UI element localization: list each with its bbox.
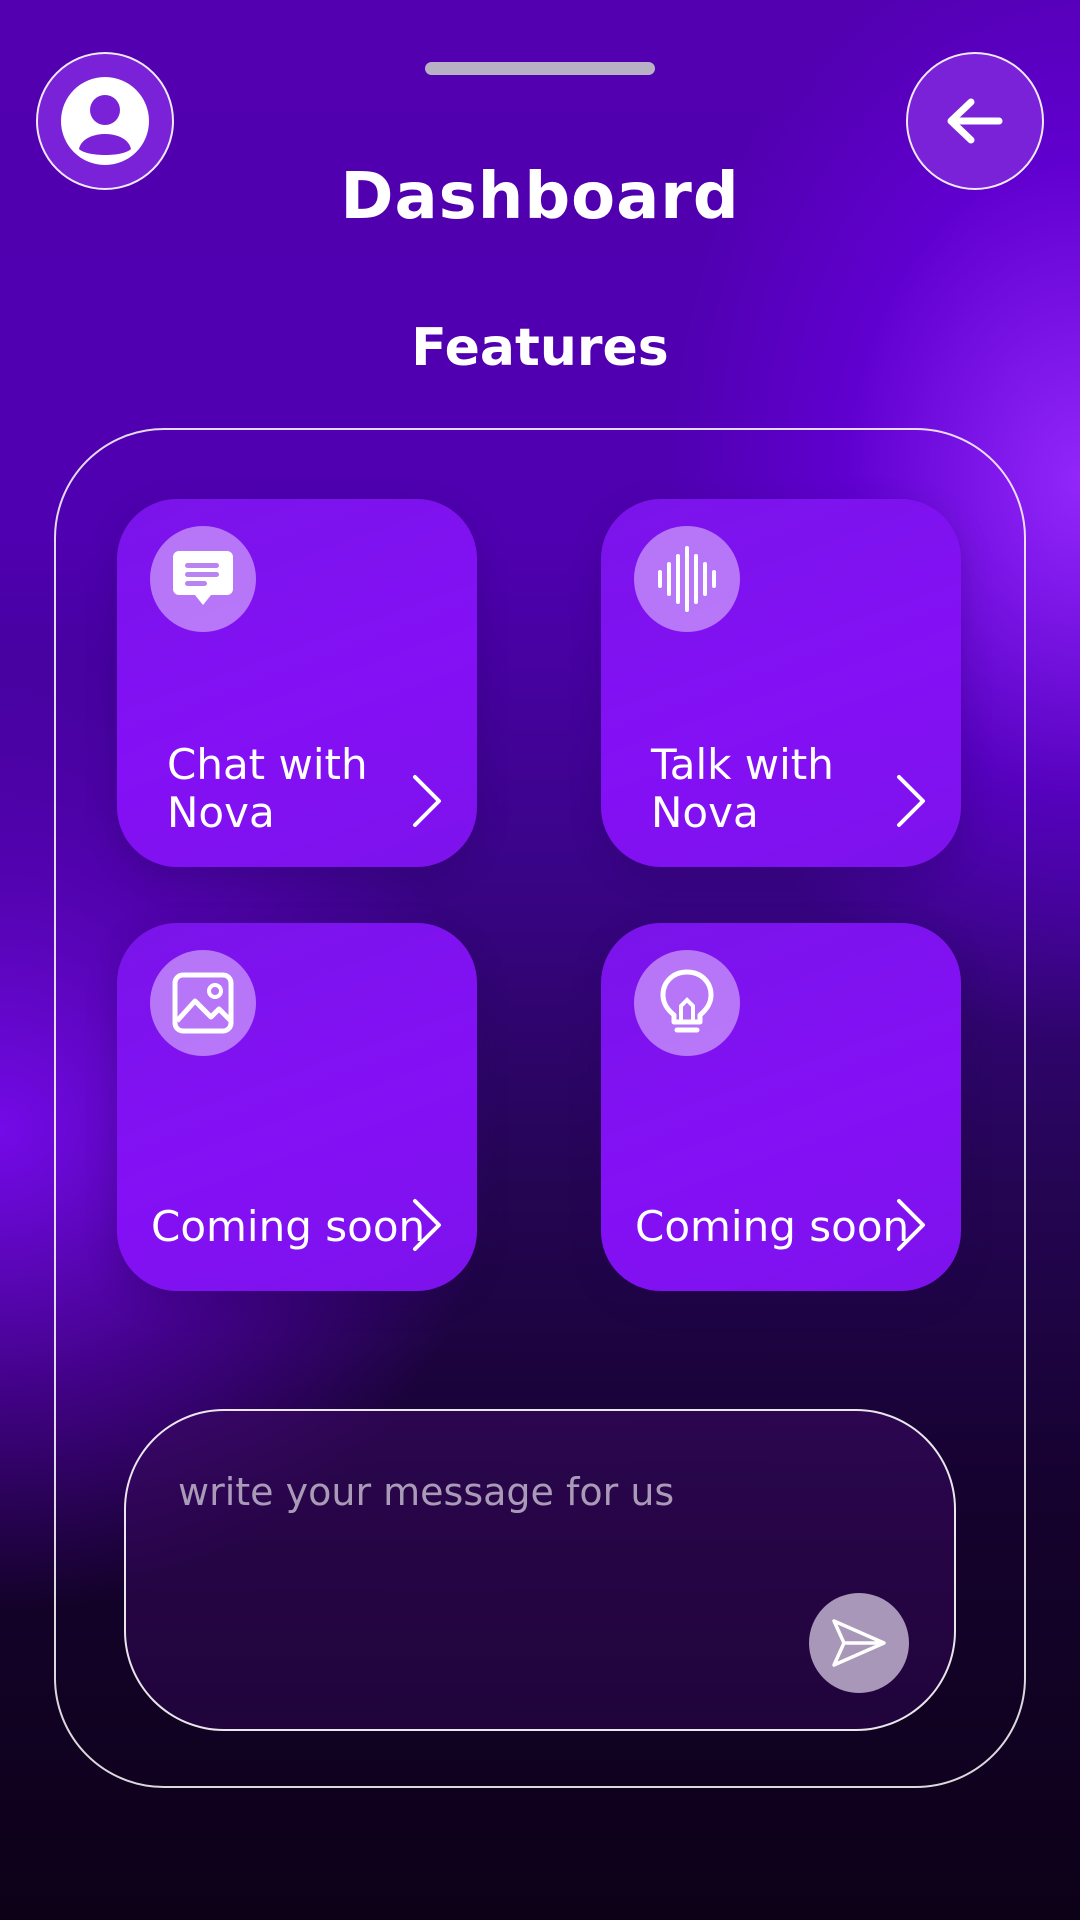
chat-icon-badge (150, 526, 256, 632)
sound-wave-icon (658, 546, 716, 612)
lightbulb-icon (660, 969, 714, 1033)
card-label: Coming soon (151, 1202, 426, 1251)
card-label: Coming soon (635, 1202, 910, 1251)
arrow-left-icon (947, 98, 1003, 144)
chevron-right-icon (413, 1199, 441, 1251)
drag-handle[interactable] (425, 62, 655, 75)
section-title: Features (411, 318, 669, 378)
idea-icon-badge (634, 950, 740, 1056)
card-label: Chat with Nova (167, 740, 368, 837)
image-icon (172, 972, 234, 1034)
chevron-right-icon (897, 1199, 925, 1251)
card-label: Talk with Nova (651, 740, 834, 837)
chevron-right-icon (413, 775, 441, 827)
voice-icon-badge (634, 526, 740, 632)
send-button[interactable] (809, 1593, 909, 1693)
message-composer (124, 1409, 956, 1731)
coming-soon-image-card[interactable]: Coming soon (117, 923, 477, 1291)
user-circle-icon (61, 77, 149, 165)
message-input[interactable] (176, 1461, 780, 1523)
coming-soon-idea-card[interactable]: Coming soon (601, 923, 961, 1291)
image-icon-badge (150, 950, 256, 1056)
chat-bubble-icon (173, 551, 233, 605)
chat-with-nova-card[interactable]: Chat with Nova (117, 499, 477, 867)
chevron-right-icon (897, 775, 925, 827)
page-title: Dashboard (340, 160, 740, 234)
talk-with-nova-card[interactable]: Talk with Nova (601, 499, 961, 867)
send-icon (832, 1619, 886, 1667)
